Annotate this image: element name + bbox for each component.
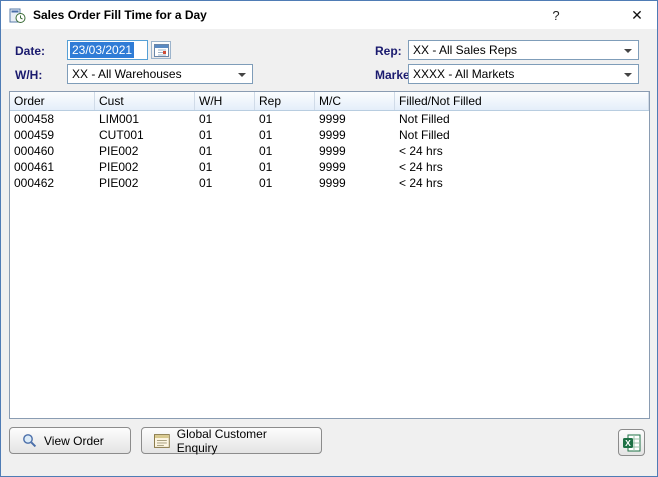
table-row[interactable]: 000461 PIE002 01 01 9999 < 24 hrs bbox=[10, 159, 649, 175]
chevron-down-icon bbox=[238, 73, 246, 77]
chevron-down-icon bbox=[624, 49, 632, 53]
global-customer-enquiry-label: Global Customer Enquiry bbox=[177, 427, 309, 455]
rep-select[interactable]: XX - All Sales Reps bbox=[408, 40, 639, 60]
enquiry-window-icon bbox=[154, 434, 170, 448]
rep-selected-value: XX - All Sales Reps bbox=[413, 43, 517, 57]
excel-export-icon: X bbox=[623, 434, 641, 452]
cell-cust: CUT001 bbox=[95, 128, 195, 142]
cell-wh: 01 bbox=[195, 144, 255, 158]
date-value: 23/03/2021 bbox=[70, 42, 134, 58]
svg-text:X: X bbox=[625, 438, 631, 448]
market-select[interactable]: XXXX - All Markets bbox=[408, 64, 639, 84]
cell-cust: PIE002 bbox=[95, 160, 195, 174]
cell-order: 000459 bbox=[10, 128, 95, 142]
cell-cust: LIM001 bbox=[95, 112, 195, 126]
title-bar: Sales Order Fill Time for a Day ? ✕ bbox=[1, 1, 657, 29]
calendar-button[interactable] bbox=[151, 41, 171, 59]
window-title: Sales Order Fill Time for a Day bbox=[33, 8, 207, 22]
warehouse-label: W/H: bbox=[15, 68, 42, 82]
cell-mc: 9999 bbox=[315, 128, 395, 142]
close-button[interactable]: ✕ bbox=[627, 7, 647, 24]
orders-table: Order Cust W/H Rep M/C Filled/Not Filled… bbox=[9, 91, 650, 419]
cell-filled: Not Filled bbox=[395, 128, 649, 142]
date-label: Date: bbox=[15, 44, 45, 58]
cell-cust: PIE002 bbox=[95, 144, 195, 158]
calendar-icon bbox=[154, 43, 169, 57]
warehouse-selected-value: XX - All Warehouses bbox=[72, 67, 182, 81]
cell-wh: 01 bbox=[195, 112, 255, 126]
app-icon bbox=[9, 7, 26, 24]
cell-rep: 01 bbox=[255, 128, 315, 142]
cell-filled: < 24 hrs bbox=[395, 160, 649, 174]
cell-rep: 01 bbox=[255, 112, 315, 126]
cell-order: 000460 bbox=[10, 144, 95, 158]
header-order[interactable]: Order bbox=[10, 92, 95, 110]
cell-cust: PIE002 bbox=[95, 176, 195, 190]
warehouse-select[interactable]: XX - All Warehouses bbox=[67, 64, 253, 84]
chevron-down-icon bbox=[624, 73, 632, 77]
export-to-excel-button[interactable]: X bbox=[618, 429, 645, 456]
cell-mc: 9999 bbox=[315, 144, 395, 158]
cell-rep: 01 bbox=[255, 160, 315, 174]
header-mc[interactable]: M/C bbox=[315, 92, 395, 110]
view-order-button[interactable]: View Order bbox=[9, 427, 131, 454]
header-rep[interactable]: Rep bbox=[255, 92, 315, 110]
market-selected-value: XXXX - All Markets bbox=[413, 67, 514, 81]
cell-wh: 01 bbox=[195, 160, 255, 174]
view-order-label: View Order bbox=[44, 434, 104, 448]
table-row[interactable]: 000462 PIE002 01 01 9999 < 24 hrs bbox=[10, 175, 649, 191]
global-customer-enquiry-button[interactable]: Global Customer Enquiry bbox=[141, 427, 322, 454]
cell-filled: Not Filled bbox=[395, 112, 649, 126]
table-header: Order Cust W/H Rep M/C Filled/Not Filled bbox=[10, 92, 649, 111]
header-wh[interactable]: W/H bbox=[195, 92, 255, 110]
cell-order: 000461 bbox=[10, 160, 95, 174]
help-button[interactable]: ? bbox=[547, 8, 565, 23]
cell-mc: 9999 bbox=[315, 112, 395, 126]
table-row[interactable]: 000458 LIM001 01 01 9999 Not Filled bbox=[10, 111, 649, 127]
table-row[interactable]: 000460 PIE002 01 01 9999 < 24 hrs bbox=[10, 143, 649, 159]
table-row[interactable]: 000459 CUT001 01 01 9999 Not Filled bbox=[10, 127, 649, 143]
cell-wh: 01 bbox=[195, 128, 255, 142]
cell-mc: 9999 bbox=[315, 160, 395, 174]
cell-filled: < 24 hrs bbox=[395, 176, 649, 190]
rep-label: Rep: bbox=[375, 44, 402, 58]
header-filled[interactable]: Filled/Not Filled bbox=[395, 92, 649, 110]
cell-order: 000462 bbox=[10, 176, 95, 190]
magnifier-icon bbox=[22, 433, 37, 448]
cell-rep: 01 bbox=[255, 176, 315, 190]
cell-mc: 9999 bbox=[315, 176, 395, 190]
header-cust[interactable]: Cust bbox=[95, 92, 195, 110]
cell-filled: < 24 hrs bbox=[395, 144, 649, 158]
dialog-window: Sales Order Fill Time for a Day ? ✕ Date… bbox=[0, 0, 658, 477]
cell-order: 000458 bbox=[10, 112, 95, 126]
dialog-content: Date: 23/03/2021 Rep: XX - All Sales Rep… bbox=[1, 29, 657, 476]
date-input[interactable]: 23/03/2021 bbox=[67, 40, 148, 60]
cell-wh: 01 bbox=[195, 176, 255, 190]
cell-rep: 01 bbox=[255, 144, 315, 158]
